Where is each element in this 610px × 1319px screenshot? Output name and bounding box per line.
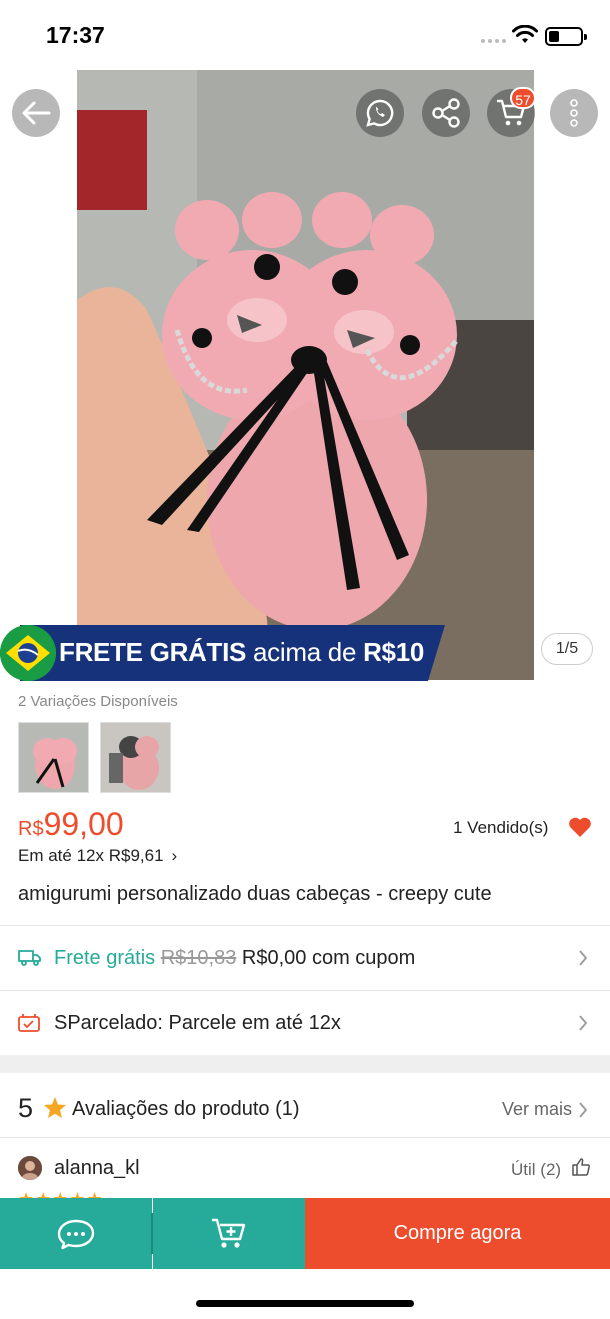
shipping-new-price: R$0,00 com cupom <box>241 946 416 969</box>
star-icon <box>44 1097 66 1118</box>
sparcelado-row[interactable]: SParcelado: Parcele em até 12x <box>0 991 610 1055</box>
section-separator <box>0 1055 610 1073</box>
more-options-button[interactable] <box>550 89 598 137</box>
shipping-old-price: R$10,83 <box>160 946 237 969</box>
heart-icon[interactable] <box>568 816 592 838</box>
frete-suffix: acima de <box>253 637 357 667</box>
product-gallery[interactable]: 57 FRETE GRÁTIS acima de R$10 1/5 <box>0 70 610 682</box>
frete-title: FRETE GRÁTIS <box>59 637 247 667</box>
shipping-label: Frete grátis <box>54 946 156 969</box>
chevron-right-icon: › <box>171 846 178 865</box>
reviewer-name: alanna_kl <box>54 1157 140 1179</box>
free-shipping-banner: FRETE GRÁTIS acima de R$10 <box>0 625 445 681</box>
price-amount: 99,00 <box>43 806 124 842</box>
thumbs-up-icon[interactable] <box>571 1157 591 1177</box>
home-indicator[interactable] <box>196 1300 414 1307</box>
shipping-row[interactable]: Frete grátis R$10,83 R$0,00 com cupom <box>0 926 610 990</box>
sold-count: 1 Vendido(s) <box>453 818 549 837</box>
buy-now-button[interactable]: Compre agora <box>305 1198 610 1269</box>
product-title: amigurumi personalizado duas cabeças - c… <box>18 883 492 905</box>
price-currency: R$ <box>18 818 44 840</box>
whatsapp-icon <box>366 99 394 127</box>
battery-icon <box>545 27 587 46</box>
chevron-right-icon <box>579 1102 588 1118</box>
chevron-right-icon <box>579 1015 588 1031</box>
status-time: 17:37 <box>46 22 105 48</box>
cart-count-badge: 57 <box>510 87 536 109</box>
status-bar: 17:37 <box>0 0 610 70</box>
chevron-right-icon <box>579 950 588 966</box>
divider <box>0 1137 610 1138</box>
variation-thumbnail[interactable] <box>100 722 171 793</box>
card-icon <box>18 1014 40 1032</box>
share-button[interactable] <box>422 89 470 137</box>
reviews-title: Avaliações do produto <box>72 1098 270 1120</box>
reviews-header[interactable]: 5 Avaliações do produto (1) Ver mais <box>0 1075 610 1137</box>
chat-icon <box>57 1219 95 1249</box>
rating-score: 5 <box>18 1093 34 1123</box>
avatar <box>18 1156 42 1180</box>
whatsapp-share-button[interactable] <box>356 89 404 137</box>
sparcelado-label: SParcelado: Parcele em até 12x <box>54 1011 341 1034</box>
frete-value: R$10 <box>363 637 425 667</box>
installments-value: 12x R$9,61 <box>76 846 164 865</box>
truck-icon <box>18 950 41 966</box>
back-arrow-icon <box>22 101 51 125</box>
product-photo[interactable] <box>77 70 534 680</box>
product-price: R$99,00 <box>18 806 124 843</box>
share-icon <box>432 98 460 128</box>
see-more-link[interactable]: Ver mais <box>502 1099 572 1120</box>
signal-icon <box>481 39 506 43</box>
gallery-page-indicator: 1/5 <box>541 633 593 665</box>
back-button[interactable] <box>12 89 60 137</box>
bottom-action-bar: Compre agora <box>0 1198 610 1269</box>
add-to-cart-button[interactable] <box>153 1198 305 1269</box>
installments-link[interactable]: Em até 12x R$9,61 › <box>18 846 177 866</box>
reviews-count: (1) <box>275 1098 300 1120</box>
installments-prefix: Em até <box>18 846 72 865</box>
chat-button[interactable] <box>0 1198 152 1269</box>
brazil-flag-icon <box>0 625 56 681</box>
useful-count[interactable]: Útil (2) <box>511 1160 561 1180</box>
add-to-cart-icon <box>212 1218 246 1248</box>
more-icon <box>570 99 578 127</box>
variation-thumbnail[interactable] <box>18 722 89 793</box>
variations-label: 2 Variações Disponíveis <box>18 693 178 710</box>
wifi-icon <box>512 25 538 43</box>
